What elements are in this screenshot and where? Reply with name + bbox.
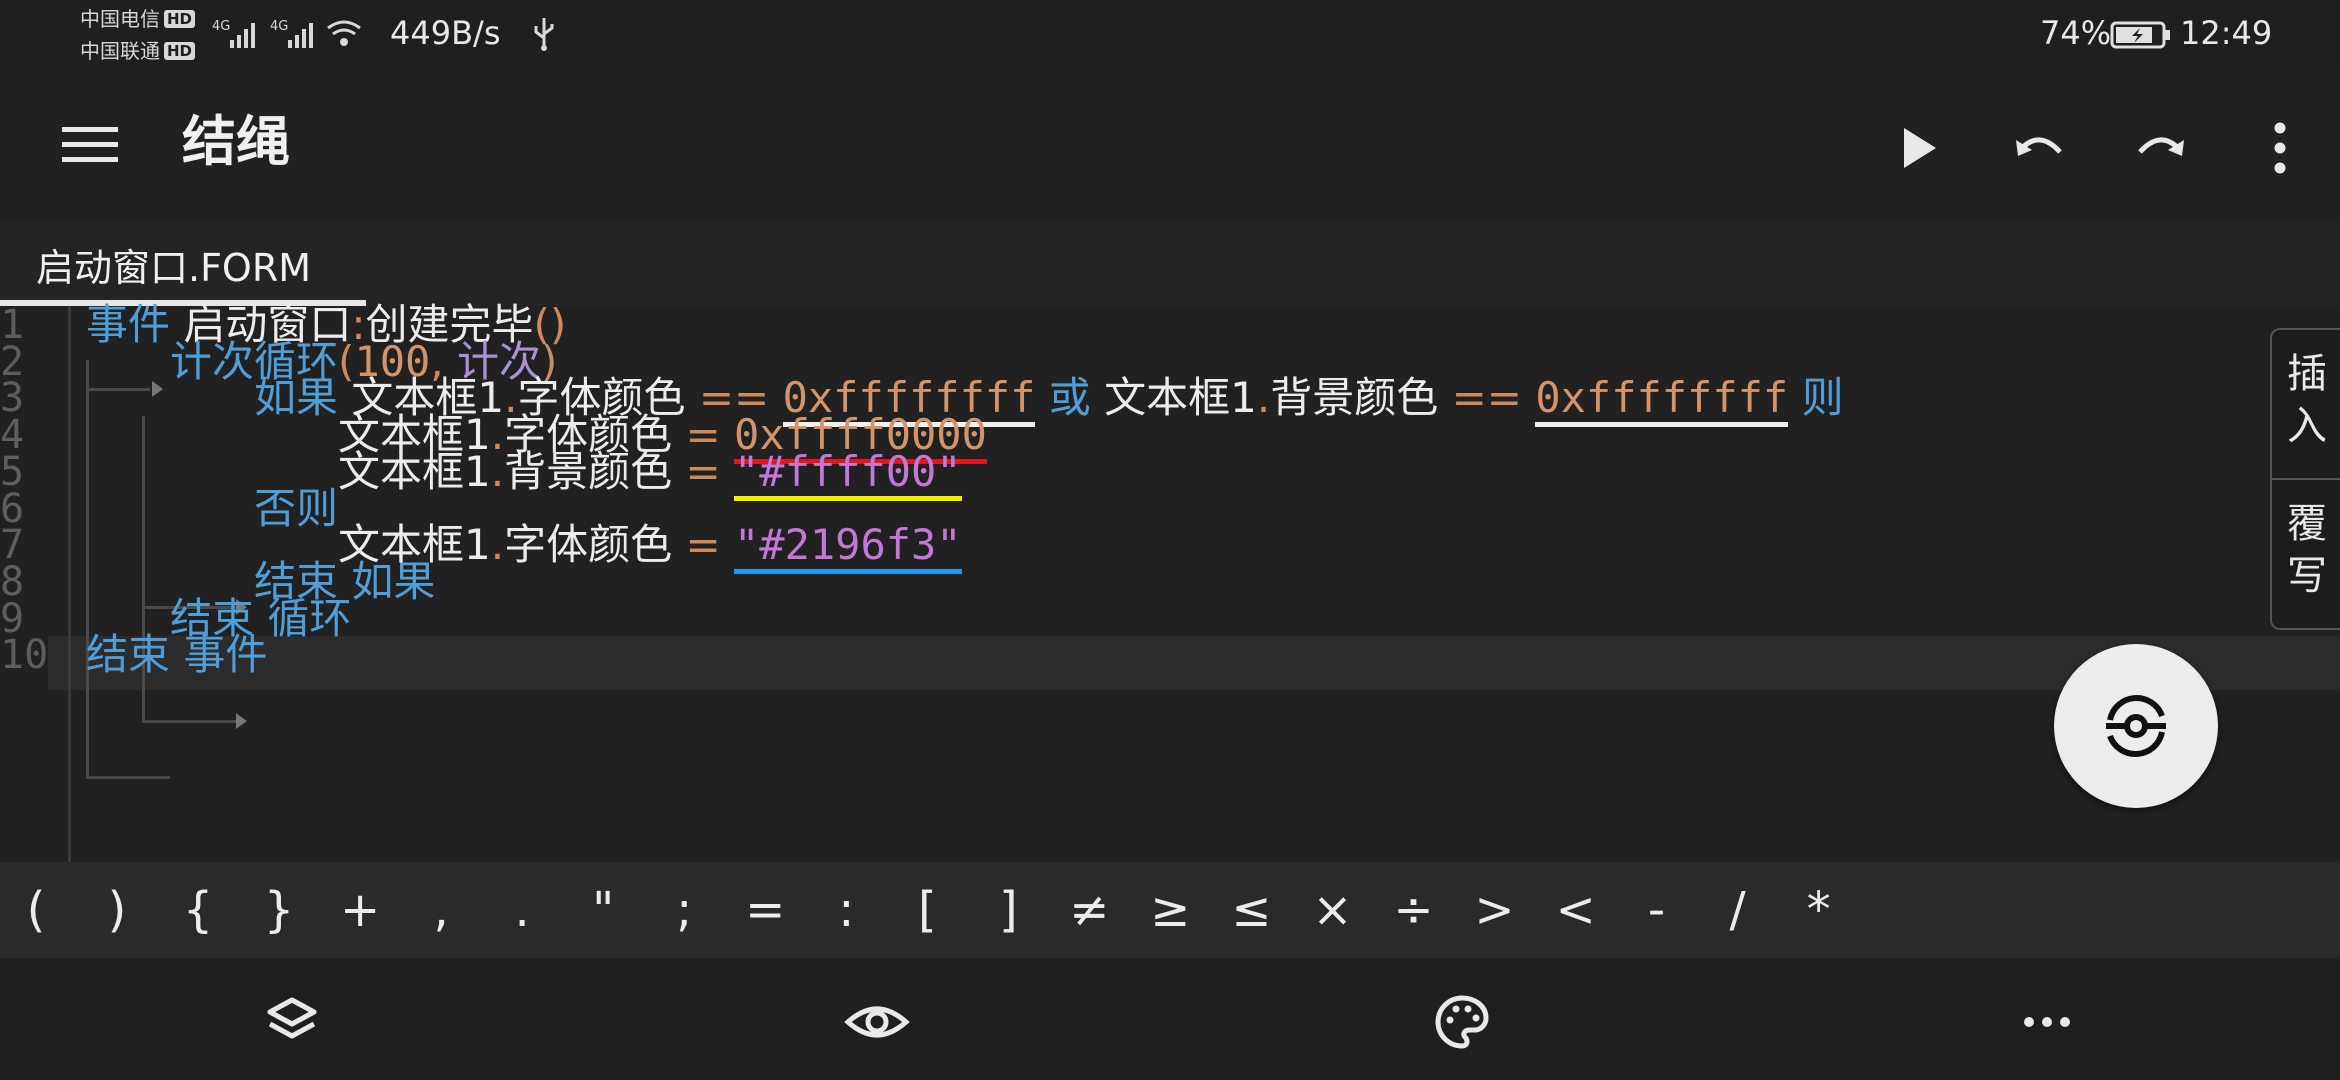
- symbol-key[interactable]: ;: [648, 875, 720, 945]
- code-token: 如果: [254, 373, 339, 423]
- code-token: .: [490, 520, 505, 570]
- code-token: =: [672, 520, 735, 570]
- indent-guide: [86, 388, 150, 391]
- layers-icon[interactable]: [232, 978, 352, 1066]
- symbol-key[interactable]: <: [1540, 875, 1612, 945]
- network-speed: 449B/s: [390, 14, 501, 52]
- insert-mode-button[interactable]: 插入: [2270, 328, 2340, 482]
- insert-mode-label: 插入: [2287, 351, 2327, 449]
- code-token: 字体颜色: [504, 520, 673, 570]
- code-tool-icon: [2106, 694, 2166, 758]
- symbol-key[interactable]: ÷: [1378, 875, 1450, 945]
- code-line[interactable]: 否则: [254, 482, 338, 536]
- menu-icon[interactable]: [52, 115, 128, 175]
- code-token: 事件: [86, 300, 171, 349]
- code-line[interactable]: 结束 事件: [86, 628, 267, 682]
- symbol-key[interactable]: ": [567, 875, 639, 945]
- symbol-key[interactable]: ,: [405, 875, 477, 945]
- code-token: ==: [1438, 373, 1536, 423]
- more-horiz-icon[interactable]: [1987, 978, 2107, 1066]
- code-token: 背景颜色: [504, 446, 673, 496]
- symbol-key[interactable]: ): [81, 875, 153, 945]
- fold-arrow-icon: [152, 381, 163, 397]
- code-token: .: [1256, 373, 1271, 423]
- line-number: 10: [0, 632, 49, 679]
- symbol-key[interactable]: [: [891, 875, 963, 945]
- more-vert-icon[interactable]: [2250, 118, 2310, 178]
- symbol-key[interactable]: -: [1621, 875, 1693, 945]
- symbol-key[interactable]: (: [0, 875, 72, 945]
- symbol-key[interactable]: ×: [1296, 875, 1368, 945]
- fold-arrow-icon: [236, 713, 247, 729]
- app-bar: [0, 66, 2340, 223]
- symbol-key[interactable]: *: [1783, 875, 1855, 945]
- symbol-key[interactable]: +: [324, 875, 396, 945]
- symbol-key[interactable]: .: [486, 875, 558, 945]
- floating-action-button[interactable]: [2054, 644, 2218, 808]
- code-token: 或: [1035, 373, 1091, 423]
- code-token: 0xffffffff: [1535, 373, 1789, 428]
- symbol-key[interactable]: >: [1459, 875, 1531, 945]
- eye-icon[interactable]: [817, 978, 937, 1066]
- svg-text:4G: 4G: [212, 19, 230, 34]
- code-token: 结束 事件: [86, 630, 268, 680]
- palette-icon[interactable]: [1402, 978, 1522, 1066]
- app-title: 结绳: [182, 110, 290, 173]
- indent-guide: [142, 720, 236, 723]
- code-token: 文本框1: [1090, 373, 1257, 423]
- tab-form-label: 启动窗口.FORM: [36, 246, 312, 290]
- overwrite-mode-label: 覆写: [2287, 501, 2327, 599]
- carrier-1: 中国电信 HD: [80, 6, 196, 32]
- code-token: "#ffff00": [734, 446, 962, 501]
- overwrite-mode-button[interactable]: 覆写: [2270, 478, 2340, 630]
- code-token: 文本框1: [338, 446, 491, 496]
- symbol-key[interactable]: ≠: [1053, 875, 1125, 945]
- symbol-key[interactable]: ≤: [1215, 875, 1287, 945]
- code-token: "#2196f3": [734, 520, 962, 575]
- code-token: =: [672, 446, 735, 496]
- redo-icon[interactable]: [2128, 118, 2192, 178]
- symbol-key[interactable]: {: [162, 875, 234, 945]
- battery-icon: [2110, 20, 2172, 54]
- symbol-key[interactable]: /: [1702, 875, 1774, 945]
- symbol-key[interactable]: =: [729, 875, 801, 945]
- symbol-key[interactable]: ≥: [1134, 875, 1206, 945]
- code-token: 背景颜色: [1270, 373, 1439, 423]
- indent-guide: [86, 360, 89, 778]
- symbol-key[interactable]: ]: [972, 875, 1044, 945]
- clock: 12:49: [2180, 14, 2273, 52]
- current-line-highlight: [48, 636, 2340, 690]
- undo-icon[interactable]: [2008, 118, 2072, 178]
- carrier-2: 中国联通 HD: [80, 38, 196, 64]
- code-token: .: [490, 446, 505, 496]
- svg-text:4G: 4G: [270, 19, 288, 34]
- signal-icon: 4G 4G: [210, 14, 380, 58]
- gutter-divider: [68, 306, 71, 862]
- play-icon[interactable]: [1888, 118, 1948, 178]
- battery-percent: 74%: [2040, 14, 2112, 52]
- usb-icon: [530, 16, 558, 56]
- code-token: 则: [1788, 373, 1844, 423]
- symbol-key[interactable]: }: [243, 875, 315, 945]
- code-token: 否则: [254, 483, 339, 533]
- symbol-key[interactable]: :: [810, 875, 882, 945]
- code-line[interactable]: 文本框1.背景颜色 = "#ffff00": [338, 445, 962, 501]
- indent-guide: [86, 776, 170, 779]
